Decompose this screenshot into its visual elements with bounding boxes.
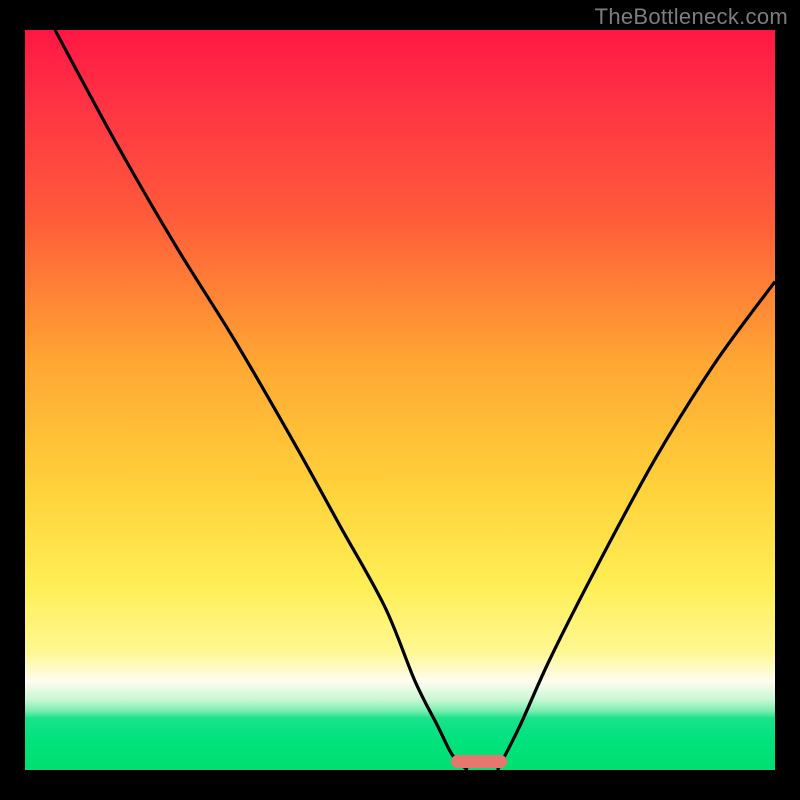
chart-frame: TheBottleneck.com <box>0 0 800 800</box>
bottleneck-marker <box>451 755 507 768</box>
right-curve <box>498 282 776 770</box>
left-curve <box>55 30 468 770</box>
curve-layer <box>25 30 775 770</box>
watermark-text: TheBottleneck.com <box>595 4 788 30</box>
plot-area <box>25 30 775 770</box>
